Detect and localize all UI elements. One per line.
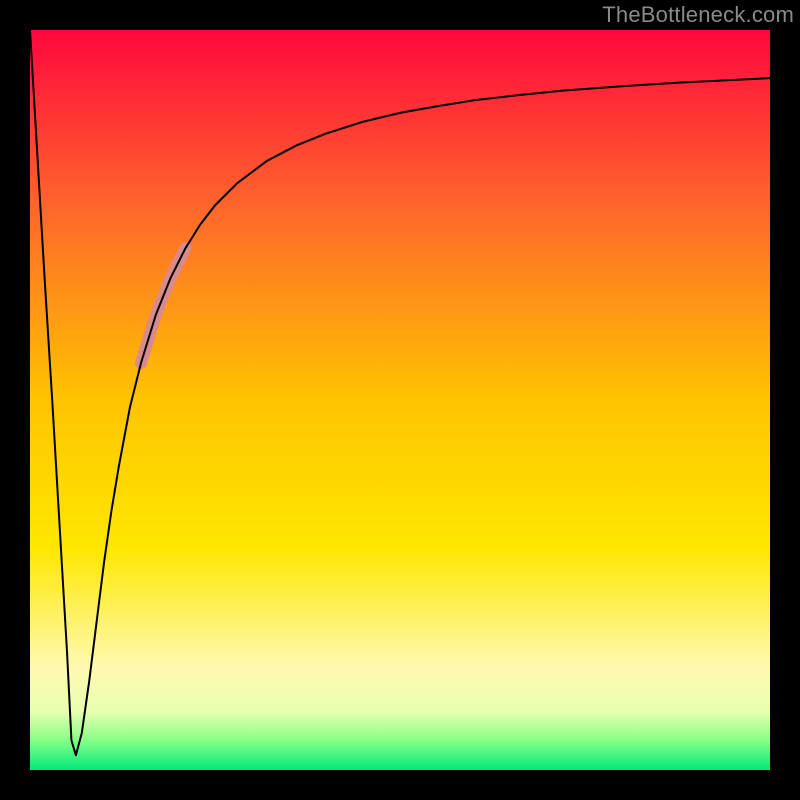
watermark-text: TheBottleneck.com bbox=[602, 2, 794, 28]
plot-background bbox=[30, 30, 770, 770]
bottleneck-chart bbox=[0, 0, 800, 800]
chart-stage: TheBottleneck.com bbox=[0, 0, 800, 800]
